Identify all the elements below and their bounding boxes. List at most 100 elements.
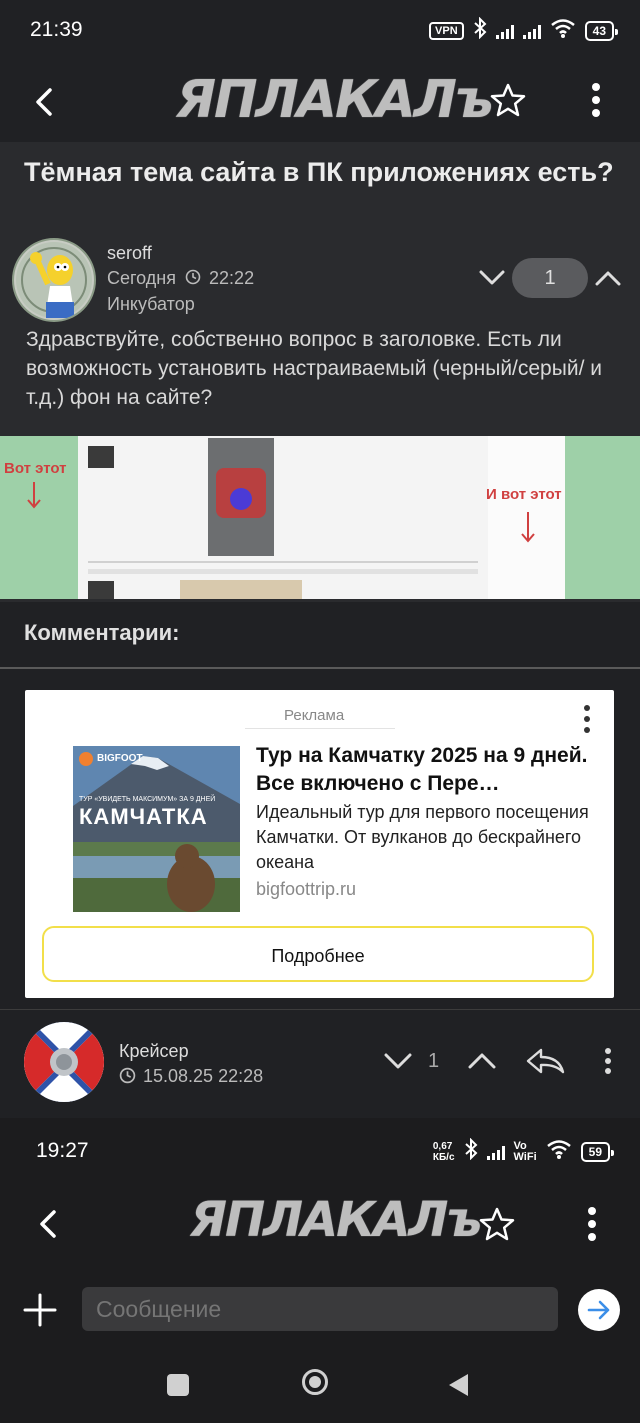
image-thumb-1 <box>88 446 114 468</box>
post-meta: Сегодня 22:22 <box>107 268 254 289</box>
ad-block[interactable]: Реклама BIGFOOT ТУР «УВИДЕТЬ МАКСИМУМ» З… <box>25 690 614 998</box>
comment-item: Крейсер 15.08.25 22:28 1 <box>0 1012 640 1116</box>
status-time: 21:39 <box>30 18 83 41</box>
author-rank: Инкубатор <box>107 294 195 314</box>
status-bar-bottom: 19:27 0,67 КБ/с Vo WiFi 59 <box>0 1118 640 1180</box>
ad-label-underline <box>245 728 395 729</box>
back-button[interactable] <box>26 1202 70 1246</box>
image-divider <box>88 561 478 563</box>
status-bar-top: 21:39 VPN 43 <box>0 0 640 62</box>
vowifi-line-2: WiFi <box>513 1150 537 1163</box>
vpn-badge: VPN <box>429 21 464 40</box>
ad-image[interactable]: BIGFOOT ТУР «УВИДЕТЬ МАКСИМУМ» ЗА 9 ДНЕЙ… <box>73 746 240 912</box>
ad-menu-button[interactable] <box>575 702 599 736</box>
comment-avatar[interactable] <box>24 1022 104 1102</box>
signal-icon <box>495 23 514 39</box>
image-label-left: Вот этот <box>4 460 67 477</box>
image-photo-strip <box>180 580 302 599</box>
clock-icon <box>185 269 201 285</box>
reply-button[interactable] <box>522 1042 568 1080</box>
upvote-button[interactable] <box>590 262 626 294</box>
site-logo[interactable]: ЯПЛАКАЛъ <box>190 1192 482 1248</box>
reply-icon <box>526 1048 565 1074</box>
comment-downvote-button[interactable] <box>380 1044 416 1078</box>
star-icon <box>490 83 526 117</box>
menu-button[interactable] <box>570 1202 614 1246</box>
app-bar-bottom: ЯПЛАКАЛъ <box>0 1180 640 1270</box>
image-thumb-2 <box>88 581 114 599</box>
image-toolbar <box>88 569 478 574</box>
post-time: 22:22 <box>209 268 255 288</box>
battery-icon: 59 <box>580 1141 615 1162</box>
chevron-down-icon <box>479 270 505 285</box>
comment-author[interactable]: Крейсер <box>119 1041 189 1062</box>
post-image[interactable]: Вот этот И вот этот <box>0 436 640 599</box>
net-speed: 0,67 КБ/с <box>433 1141 455 1163</box>
navy-flag-avatar <box>24 1022 104 1102</box>
status-icons: 0,67 КБ/с Vo WiFi 59 <box>433 1137 615 1165</box>
more-vertical-icon <box>584 705 590 733</box>
homer-avatar-image <box>16 242 92 318</box>
more-vertical-icon <box>588 1207 596 1241</box>
favorite-button[interactable] <box>475 1202 519 1246</box>
ad-image-brand: BIGFOOT <box>97 753 143 764</box>
post-title: Тёмная тема сайта в ПК приложениях есть? <box>24 157 614 187</box>
chevron-left-icon <box>40 1210 56 1238</box>
post-body: Здравствуйте, собственно вопрос в заголо… <box>26 328 602 409</box>
favorite-button[interactable] <box>486 78 530 122</box>
ad-details-button[interactable]: Подробнее <box>42 926 594 982</box>
comments-header: Комментарии: <box>24 620 180 645</box>
signal-icon-2 <box>522 23 541 39</box>
ad-title[interactable]: Тур на Камчатку 2025 на 9 дней. Все вклю… <box>256 742 601 798</box>
vowifi-line-1: Vo <box>513 1139 527 1152</box>
battery-icon: 43 <box>584 20 619 41</box>
bluetooth-icon <box>464 1137 478 1165</box>
wifi-icon <box>550 18 576 43</box>
comment-menu-button[interactable] <box>596 1044 620 1078</box>
ad-label: Реклама <box>284 707 345 724</box>
comment-date: 15.08.25 22:28 <box>143 1066 264 1086</box>
star-icon <box>479 1207 515 1241</box>
system-nav-bar <box>0 1348 640 1423</box>
divider <box>0 667 640 669</box>
bigfoot-logo-icon <box>79 752 93 766</box>
arrow-down-icon <box>521 512 535 543</box>
signal-icon <box>486 1144 505 1160</box>
image-page-area <box>78 436 488 599</box>
comment-upvote-button[interactable] <box>464 1044 500 1078</box>
author-avatar[interactable] <box>12 238 96 322</box>
send-button[interactable] <box>578 1289 620 1331</box>
divider <box>0 1009 640 1010</box>
app-bar: ЯПЛАКАЛъ <box>0 62 640 142</box>
ad-image-title: КАМЧАТКА <box>79 804 208 829</box>
wifi-icon <box>546 1139 572 1164</box>
ad-description: Идеальный тур для первого посещения Камч… <box>256 802 589 872</box>
chevron-down-icon <box>384 1053 412 1069</box>
clock-icon <box>119 1067 136 1084</box>
image-right-panel <box>565 436 640 599</box>
status-time: 19:27 <box>36 1139 89 1162</box>
back-button[interactable] <box>22 80 66 124</box>
attach-button[interactable] <box>20 1290 60 1330</box>
comment-score: 1 <box>428 1050 440 1072</box>
arrow-down-icon <box>27 482 41 509</box>
chevron-left-icon <box>36 88 52 116</box>
bluetooth-icon <box>473 16 487 44</box>
image-video-frame <box>208 438 274 556</box>
downvote-button[interactable] <box>474 262 510 294</box>
more-vertical-icon <box>592 83 600 117</box>
ad-url[interactable]: bigfoottrip.ru <box>256 879 356 900</box>
message-input[interactable] <box>82 1287 558 1331</box>
post-author[interactable]: seroff <box>107 243 152 264</box>
back-nav-button[interactable] <box>446 1372 470 1398</box>
recents-button[interactable] <box>167 1374 189 1396</box>
arrow-right-icon <box>587 1300 610 1320</box>
plus-icon <box>23 1293 57 1327</box>
menu-button[interactable] <box>574 78 618 122</box>
image-label-right: И вот этот <box>486 486 562 503</box>
status-icons: VPN 43 <box>429 16 619 44</box>
post-score: 1 <box>512 258 588 298</box>
site-logo[interactable]: ЯПЛАКАЛъ <box>176 70 494 130</box>
chevron-up-icon <box>468 1053 496 1069</box>
home-button[interactable] <box>302 1369 328 1395</box>
